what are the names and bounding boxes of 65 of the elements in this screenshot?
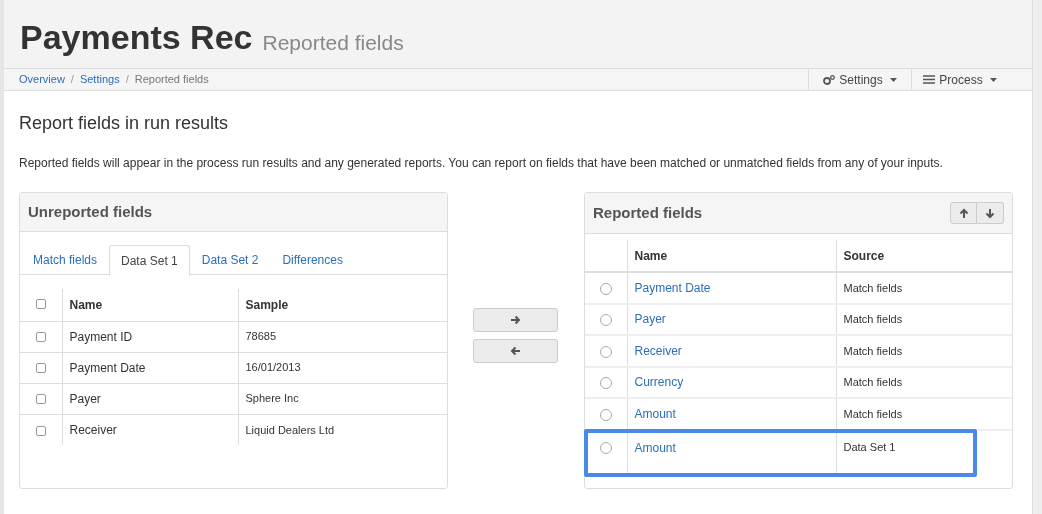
breadcrumb-link[interactable]: Overview [19,71,65,88]
scrollbar[interactable] [1032,0,1042,514]
table-cell: Match fields [836,303,1012,335]
field-link[interactable]: Payer [627,303,836,335]
panel-title: Reported fields [593,202,703,223]
table-cell: Payment Date [62,352,238,383]
column-header: Source [836,240,1012,272]
row-checkbox[interactable] [35,425,46,436]
table-cell: Payer [62,383,238,414]
table-cell: Liquid Dealers Ltd [238,414,447,445]
select-all-checkbox[interactable] [35,298,46,309]
breadcrumb-separator: / [125,72,129,88]
radio-button[interactable] [599,314,612,327]
gears-icon [823,74,836,85]
arrow-up-icon [958,207,969,219]
toolbar-dropdown[interactable]: Process [911,68,1008,91]
tab[interactable]: Data Set 1 [109,245,190,276]
tab[interactable]: Differences [270,245,355,275]
move-down-button[interactable] [977,202,1004,224]
table-cell: Receiver [62,414,238,445]
field-link[interactable]: Currency [627,366,836,398]
table-cell: 78685 [238,321,447,352]
description: Reported fields will appear in the process run results and any generated reports. You can report on fields that have been matched or unmatched fields from any of your inputs. [19,155,944,172]
page-title: Payments Rec [20,20,253,54]
move-left-button[interactable] [473,339,558,363]
caret-icon [889,77,897,82]
field-link[interactable]: Amount [627,398,836,430]
arrow-left-icon [510,346,521,356]
radio-button[interactable] [599,377,612,390]
column-header: Sample [238,289,447,321]
radio-button[interactable] [599,282,612,295]
table-cell: Match fields [836,366,1012,398]
table-cell: Match fields [836,335,1012,367]
tab[interactable]: Match fields [21,245,110,275]
table-cell: Data Set 1 [836,429,1012,476]
table-cell: Sphere Inc [238,383,447,414]
column-header: Name [62,289,238,321]
page-subtitle: Reported fields [262,32,404,54]
toolbar-dropdown[interactable]: Settings [808,68,911,91]
row-checkbox[interactable] [35,332,46,343]
radio-button[interactable] [599,408,612,421]
radio-button[interactable] [599,442,612,455]
table-cell: Match fields [836,272,1012,304]
panel-title: Unreported fields [28,201,153,222]
tab[interactable]: Data Set 2 [189,245,271,275]
arrow-down-icon [985,207,995,219]
table-cell: Match fields [836,398,1012,430]
table-cell: 16/01/2013 [238,352,447,383]
move-right-button[interactable] [473,308,558,332]
arrow-right-icon [510,315,521,325]
list-icon [923,75,936,84]
section-title: Report fields in run results [19,112,230,135]
column-header: Name [627,240,836,272]
breadcrumb-link[interactable]: Settings [79,71,120,88]
row-checkbox[interactable] [35,394,46,405]
caret-icon [989,77,997,82]
breadcrumb-current: Reported fields [134,72,209,88]
row-checkbox[interactable] [35,363,46,374]
radio-button[interactable] [599,345,612,358]
breadcrumb-separator: / [70,72,74,88]
field-link[interactable]: Amount [627,429,836,476]
move-up-button[interactable] [950,202,977,224]
field-link[interactable]: Receiver [627,335,836,367]
field-link[interactable]: Payment Date [627,272,836,304]
table-cell: Payment ID [62,321,238,352]
